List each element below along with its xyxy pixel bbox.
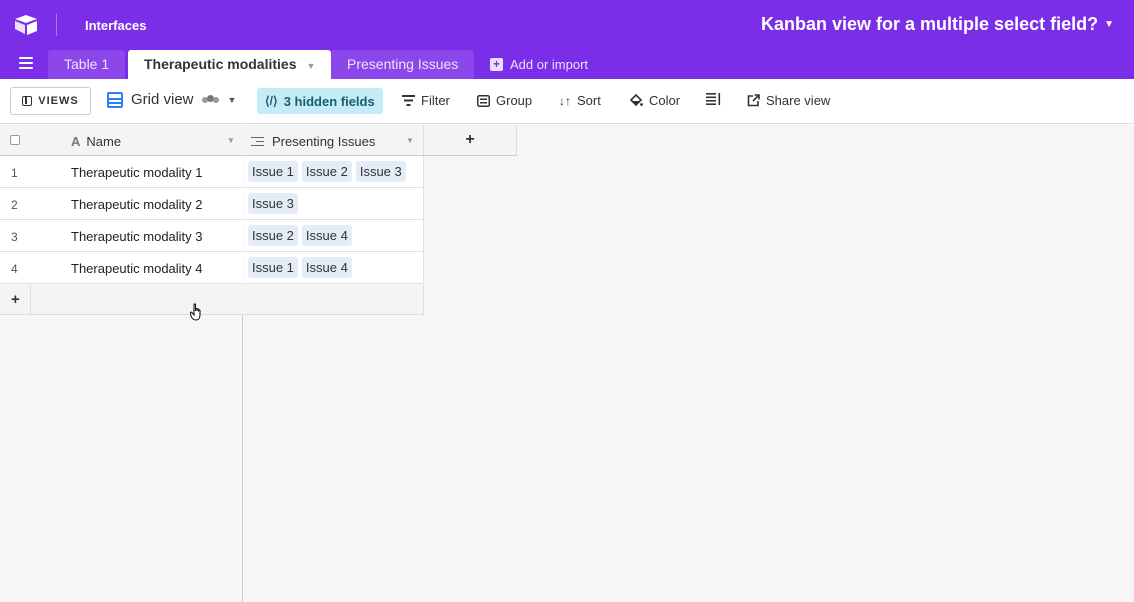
add-row-cell[interactable]: +: [0, 285, 243, 315]
share-view-button[interactable]: Share view: [747, 93, 830, 108]
add-or-import-button[interactable]: + Add or import: [490, 57, 588, 72]
row-name: Therapeutic modality 4: [71, 261, 203, 276]
view-name: Grid view: [131, 91, 194, 108]
grid-area: A Name ▼ Presenting Issues ▼ + 1 Therape…: [0, 125, 1134, 602]
primary-cell[interactable]: 1 Therapeutic modality 1: [0, 156, 243, 188]
presenting-issues-cell[interactable]: Issue 1 Issue 2 Issue 3: [244, 156, 424, 188]
add-field-button[interactable]: +: [424, 125, 517, 156]
plus-icon: +: [11, 291, 20, 308]
chevron-down-icon[interactable]: ▼: [406, 136, 414, 145]
presenting-issues-cell[interactable]: Issue 2 Issue 4: [244, 220, 424, 252]
row-name: Therapeutic modality 2: [71, 197, 203, 212]
plus-icon: +: [490, 58, 503, 71]
row-name: Therapeutic modality 1: [71, 165, 203, 180]
select-chip: Issue 2: [301, 161, 352, 182]
row-number: 2: [11, 198, 18, 212]
presenting-issues-cell[interactable]: Issue 3: [244, 188, 424, 220]
top-bar: Interfaces Kanban view for a multiple se…: [0, 0, 1134, 79]
add-row-cell[interactable]: [244, 285, 424, 315]
primary-cell[interactable]: 3 Therapeutic modality 3: [0, 220, 243, 252]
view-switcher[interactable]: Grid view ▼: [107, 91, 236, 108]
row-number: 4: [11, 262, 18, 276]
filter-icon: [402, 95, 415, 106]
collaborative-icon: [201, 94, 220, 106]
select-chip: Issue 4: [301, 257, 352, 278]
table-row[interactable]: 2 Therapeutic modality 2 Issue 3: [0, 188, 424, 220]
select-chip: Issue 1: [248, 257, 298, 278]
presenting-issues-column-header[interactable]: Presenting Issues ▼: [244, 125, 424, 156]
chevron-down-icon[interactable]: ▼: [306, 61, 315, 71]
hidden-fields-label: 3 hidden fields: [283, 93, 375, 109]
select-chip: Issue 4: [301, 225, 352, 246]
base-title[interactable]: Kanban view for a multiple select field?…: [761, 14, 1114, 35]
views-button[interactable]: VIEWS: [10, 87, 91, 115]
sidebar-icon: [22, 96, 33, 106]
tab-label: Table 1: [64, 56, 110, 72]
add-row-button[interactable]: +: [0, 285, 424, 315]
primary-cell[interactable]: 4 Therapeutic modality 4: [0, 252, 243, 284]
tab-label: Therapeutic modalities: [144, 56, 297, 72]
column-title: Presenting Issues: [272, 134, 376, 149]
base-title-text: Kanban view for a multiple select field?: [761, 14, 1099, 34]
share-view-label: Share view: [766, 93, 831, 108]
select-chip: Issue 3: [355, 161, 406, 182]
color-label: Color: [649, 93, 681, 108]
hidden-fields-button[interactable]: ⟨/⟩ 3 hidden fields: [257, 88, 383, 114]
row-height-icon: [706, 93, 721, 105]
add-import-label: Add or import: [510, 57, 589, 72]
paint-bucket-icon: [629, 94, 643, 107]
interfaces-link[interactable]: Interfaces: [85, 18, 146, 33]
tab-table-1[interactable]: Table 1: [48, 50, 126, 79]
row-height-button[interactable]: [706, 93, 721, 105]
top-separator: [56, 14, 57, 36]
group-button[interactable]: Group: [477, 93, 532, 108]
airtable-logo-icon[interactable]: [14, 14, 38, 36]
grid-icon: [107, 91, 123, 108]
sort-icon: ↓↑: [559, 93, 571, 108]
select-chip: Issue 1: [248, 161, 298, 182]
chevron-down-icon[interactable]: ▼: [227, 136, 235, 145]
row-number: 1: [11, 166, 18, 180]
select-chip: Issue 2: [248, 225, 298, 246]
primary-cell[interactable]: 2 Therapeutic modality 2: [0, 188, 243, 220]
name-header: A Name: [71, 134, 121, 149]
menu-icon[interactable]: [19, 57, 33, 69]
chevron-down-icon: ▼: [1104, 19, 1114, 30]
tab-label: Presenting Issues: [347, 56, 459, 72]
multiple-select-icon: [251, 136, 264, 147]
filter-button[interactable]: Filter: [402, 93, 450, 108]
share-icon: [747, 94, 760, 107]
tab-presenting-issues[interactable]: Presenting Issues: [331, 50, 475, 79]
views-label: VIEWS: [38, 95, 79, 107]
filter-label: Filter: [421, 93, 450, 108]
row-number: 3: [11, 230, 18, 244]
select-chip: Issue 3: [248, 193, 298, 214]
select-all-checkbox[interactable]: [10, 135, 20, 145]
presenting-issues-cell[interactable]: Issue 1 Issue 4: [244, 252, 424, 284]
name-column-header[interactable]: A Name ▼: [0, 125, 243, 156]
sort-button[interactable]: ↓↑ Sort: [559, 93, 601, 108]
hide-icon: ⟨/⟩: [265, 94, 278, 108]
table-row[interactable]: 3 Therapeutic modality 3 Issue 2 Issue 4: [0, 220, 424, 252]
tab-therapeutic-modalities[interactable]: Therapeutic modalities ▼: [128, 50, 332, 79]
hand-cursor-icon: [190, 303, 201, 321]
color-button[interactable]: Color: [629, 93, 680, 108]
table-tabs: Table 1 Therapeutic modalities ▼ Presenti…: [0, 48, 1134, 79]
view-toolbar: VIEWS Grid view ▼ ⟨/⟩ 3 hidden fields Fi…: [0, 79, 1134, 124]
group-label: Group: [496, 93, 533, 108]
column-title: Name: [86, 134, 122, 149]
presenting-issues-header: Presenting Issues: [251, 134, 375, 149]
sort-label: Sort: [577, 93, 601, 108]
table-row[interactable]: 1 Therapeutic modality 1 Issue 1 Issue 2…: [0, 156, 424, 188]
text-field-icon: A: [71, 134, 81, 149]
chevron-down-icon: ▼: [227, 94, 237, 105]
group-icon: [477, 94, 490, 107]
row-name: Therapeutic modality 3: [71, 229, 203, 244]
table-row[interactable]: 4 Therapeutic modality 4 Issue 1 Issue 4: [0, 252, 424, 284]
